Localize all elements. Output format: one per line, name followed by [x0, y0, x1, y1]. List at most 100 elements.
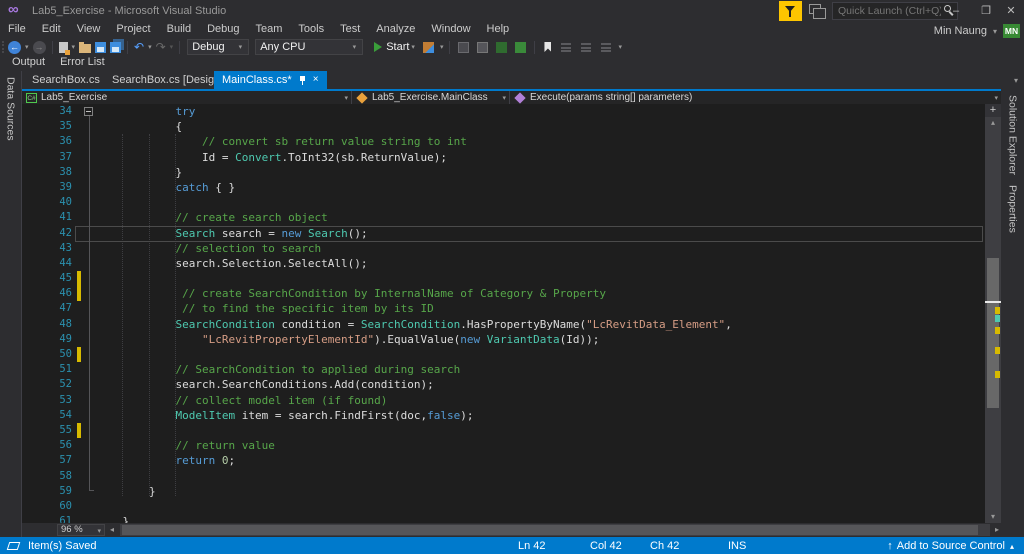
code-line-51[interactable]: 51 // SearchCondition to applied during … [22, 362, 985, 377]
editor-split-button[interactable]: + [985, 104, 1001, 117]
code-line-45[interactable]: 45 [22, 271, 985, 287]
tab-searchbox-cs[interactable]: SearchBox.cs [24, 71, 108, 89]
toolbar-grip[interactable] [2, 41, 6, 53]
solution-configuration-dropdown[interactable]: Debug ▾ [187, 39, 250, 55]
save-button[interactable] [95, 39, 107, 55]
code-line-41[interactable]: 41 // create search object [22, 210, 985, 225]
member-dropdown[interactable]: Execute(params string[] parameters) ▾ [510, 91, 1001, 104]
collapse-region-icon[interactable] [84, 107, 93, 116]
menu-item-view[interactable]: View [69, 22, 109, 36]
undo-button[interactable]: ↶ [134, 39, 144, 55]
code-editor[interactable]: 34 try 35 {36 // convert sb return value … [22, 104, 1001, 523]
debug-target-dropdown-caret[interactable]: ▾ [440, 43, 444, 51]
code-line-49[interactable]: 49 "LcRevitPropertyElementId").EqualValu… [22, 332, 985, 347]
menu-item-help[interactable]: Help [479, 22, 518, 36]
horizontal-scrollbar-thumb[interactable] [122, 525, 978, 535]
scroll-down-icon[interactable]: ▾ [985, 511, 1001, 523]
code-line-38[interactable]: 38 } [22, 165, 985, 180]
minimize-button[interactable]: – [945, 3, 967, 19]
scroll-left-icon[interactable]: ◂ [110, 524, 114, 536]
avatar[interactable]: MN [1003, 24, 1020, 38]
save-all-button[interactable] [110, 38, 125, 55]
code-line-42[interactable]: 42 Search search = new Search(); [22, 225, 985, 242]
code-line-55[interactable]: 55 [22, 422, 985, 439]
menu-item-analyze[interactable]: Analyze [368, 22, 423, 36]
show-output-button[interactable] [456, 39, 471, 55]
code-line-50[interactable]: 50 [22, 347, 985, 363]
code-line-37[interactable]: 37 Id = Convert.ToInt32(sb.ReturnValue); [22, 150, 985, 165]
start-debug-button[interactable]: Start ▾ [374, 39, 417, 55]
document-list-caret[interactable]: ▾ [1014, 76, 1018, 85]
code-line-48[interactable]: 48 SearchCondition condition = SearchCon… [22, 317, 985, 332]
comment-button[interactable] [494, 39, 509, 55]
toggle-bookmark-button[interactable] [541, 39, 554, 55]
project-dropdown[interactable]: C# Lab5_Exercise ▾ [22, 91, 352, 104]
close-icon[interactable]: × [313, 71, 319, 89]
code-line-40[interactable]: 40 [22, 195, 985, 210]
pin-icon[interactable] [299, 75, 306, 85]
menu-item-file[interactable]: File [0, 22, 34, 36]
user-name[interactable]: Min Naung [934, 25, 987, 37]
menu-item-team[interactable]: Team [248, 22, 291, 36]
uncomment-button[interactable] [513, 39, 528, 55]
code-line-52[interactable]: 52 search.SearchConditions.Add(condition… [22, 377, 985, 392]
restore-button[interactable]: ❐ [975, 3, 997, 19]
code-line-53[interactable]: 53 // collect model item (if found) [22, 393, 985, 408]
code-line-43[interactable]: 43 // selection to search [22, 241, 985, 256]
code-line-35[interactable]: 35 { [22, 119, 985, 134]
horizontal-scrollbar[interactable] [120, 524, 990, 536]
undo-dropdown-caret[interactable]: ▾ [148, 43, 152, 51]
zoom-level-dropdown[interactable]: 96 % ▾ [57, 524, 105, 536]
attach-to-process-button[interactable] [421, 39, 436, 55]
back-dropdown-caret[interactable]: ▾ [25, 43, 29, 51]
navigate-forward-button[interactable]: → [32, 39, 46, 55]
find-in-files-button[interactable] [475, 39, 490, 55]
menu-item-tools[interactable]: Tools [290, 22, 332, 36]
code-line-58[interactable]: 58 [22, 469, 985, 484]
user-area[interactable]: Min Naung ▾ MN [934, 24, 1020, 38]
menu-item-window[interactable]: Window [423, 22, 478, 36]
quick-launch-input[interactable] [832, 2, 958, 20]
tab-error-list[interactable]: Error List [60, 56, 105, 68]
add-to-source-control-button[interactable]: ↑ Add to Source Control ▴ [887, 540, 1014, 552]
tab-searchbox-design[interactable]: SearchBox.cs [Design] [104, 71, 231, 89]
solution-platform-dropdown[interactable]: Any CPU ▾ [255, 39, 364, 55]
vertical-scrollbar[interactable]: + ▴ ▾ [985, 104, 1001, 523]
code-line-46[interactable]: 46 // create SearchCondition by Internal… [22, 286, 985, 302]
type-dropdown[interactable]: Lab5_Exercise.MainClass ▾ [352, 91, 510, 104]
menu-item-build[interactable]: Build [159, 22, 199, 36]
chevron-down-icon[interactable]: ▾ [993, 27, 997, 36]
new-item-dropdown-caret[interactable]: ▾ [72, 43, 76, 51]
code-line-56[interactable]: 56 // return value [22, 438, 985, 453]
tab-output[interactable]: Output [12, 56, 45, 68]
code-line-36[interactable]: 36 // convert sb return value string to … [22, 134, 985, 149]
code-line-39[interactable]: 39 catch { } [22, 180, 985, 195]
redo-dropdown-caret[interactable]: ▾ [170, 43, 174, 51]
clear-bookmarks-button[interactable] [598, 39, 614, 55]
navigate-back-button[interactable]: ← [8, 39, 21, 55]
tab-properties[interactable]: Properties [1007, 185, 1019, 233]
menu-item-project[interactable]: Project [108, 22, 158, 36]
code-line-57[interactable]: 57 return 0; [22, 453, 985, 468]
scroll-up-icon[interactable]: ▴ [985, 117, 1001, 129]
feedback-filter-button[interactable] [779, 1, 802, 21]
menu-item-edit[interactable]: Edit [34, 22, 69, 36]
tab-mainclass-cs[interactable]: MainClass.cs* × [214, 71, 327, 89]
open-file-button[interactable] [79, 39, 92, 55]
redo-button[interactable]: ↷ [156, 39, 166, 55]
menu-item-test[interactable]: Test [332, 22, 368, 36]
menu-item-debug[interactable]: Debug [199, 22, 247, 36]
close-button[interactable]: ✕ [1000, 3, 1022, 19]
feedback-icon[interactable] [809, 4, 826, 19]
code-line-60[interactable]: 60 [22, 499, 985, 514]
code-line-47[interactable]: 47 // to find the specific item by its I… [22, 301, 985, 316]
code-line-54[interactable]: 54 ModelItem item = search.FindFirst(doc… [22, 408, 985, 423]
code-line-44[interactable]: 44 search.Selection.SelectAll(); [22, 256, 985, 271]
code-line-61[interactable]: 61 } [22, 514, 985, 523]
toolbar-overflow-caret[interactable]: ▾ [618, 43, 622, 51]
code-line-34[interactable]: 34 try [22, 104, 985, 119]
tab-data-sources[interactable]: Data Sources [5, 77, 17, 141]
scroll-right-icon[interactable]: ▸ [995, 524, 999, 536]
next-bookmark-button[interactable] [578, 39, 594, 55]
new-item-button[interactable] [58, 39, 70, 55]
